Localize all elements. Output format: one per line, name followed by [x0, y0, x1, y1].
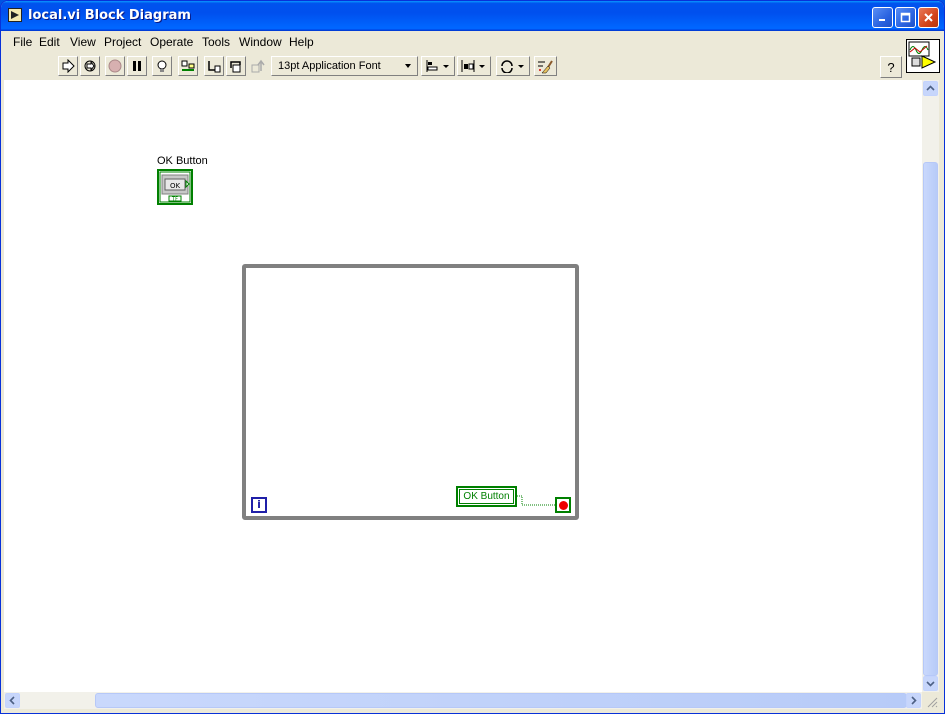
ok-button-terminal[interactable]: OK TF [157, 169, 193, 205]
highlight-execution-icon [157, 60, 167, 72]
step-over-button[interactable] [226, 56, 246, 76]
menu-project[interactable]: Project [104, 35, 141, 49]
clean-up-diagram-icon [537, 60, 553, 74]
labview-app-icon [8, 8, 22, 22]
menu-window[interactable]: Window [239, 35, 282, 49]
title-bar[interactable]: local.vi Block Diagram [1, 1, 944, 31]
chevron-down-icon [401, 59, 415, 73]
menu-bar: File Edit View Project Operate Tools Win… [4, 31, 904, 52]
menu-help[interactable]: Help [289, 35, 314, 49]
reorder-icon [501, 60, 524, 73]
chevron-down-icon [926, 681, 935, 687]
boolean-ok-button-icon: OK TF [159, 171, 191, 203]
minimize-button[interactable] [872, 7, 893, 28]
horizontal-scrollbar[interactable] [4, 692, 922, 709]
window-title: local.vi Block Diagram [28, 8, 191, 23]
maximize-icon [900, 12, 911, 23]
step-into-button[interactable] [204, 56, 224, 76]
abort-button[interactable] [105, 56, 125, 76]
font-ring-label: 13pt Application Font [278, 60, 381, 72]
vi-waveform-icon [908, 41, 937, 69]
minimize-icon [879, 19, 885, 21]
context-help-button[interactable]: ? [880, 56, 902, 78]
retain-wire-values-icon [181, 60, 195, 71]
run-continuously-button[interactable] [80, 56, 100, 76]
horizontal-scroll-thumb[interactable] [95, 693, 907, 708]
menu-tools[interactable]: Tools [202, 35, 230, 49]
menu-view[interactable]: View [70, 35, 96, 49]
resize-grip[interactable] [922, 692, 939, 709]
close-button[interactable] [918, 7, 939, 28]
vertical-scroll-thumb[interactable] [923, 162, 938, 676]
pause-button[interactable] [127, 56, 147, 76]
highlight-execution-button[interactable] [152, 56, 172, 76]
scroll-right-button[interactable] [906, 693, 921, 708]
chevron-right-icon [911, 696, 917, 705]
distribute-objects-icon [461, 60, 485, 72]
distribute-objects-button[interactable] [457, 56, 491, 76]
vertical-scrollbar[interactable] [922, 80, 939, 692]
retain-wire-values-button[interactable] [178, 56, 198, 76]
step-out-icon [251, 59, 265, 73]
menu-edit[interactable]: Edit [39, 35, 60, 49]
align-objects-button[interactable] [421, 56, 455, 76]
terminal-type-text: TF [171, 197, 178, 203]
terminal-label[interactable]: OK Button [157, 155, 208, 167]
toolbar: 13pt Application Font [4, 52, 904, 79]
pause-icon [133, 61, 141, 71]
step-out-button[interactable] [248, 56, 268, 76]
run-icon [62, 59, 75, 73]
maximize-button[interactable] [895, 7, 916, 28]
stop-condition-terminal[interactable] [555, 497, 571, 513]
close-icon [924, 13, 933, 22]
menu-file[interactable]: File [13, 35, 32, 49]
run-continuously-icon [84, 60, 96, 72]
vi-icon-pane[interactable] [906, 39, 940, 73]
stop-icon [558, 500, 568, 510]
reorder-button[interactable] [496, 56, 530, 76]
scroll-down-button[interactable] [923, 676, 938, 691]
run-button[interactable] [58, 56, 78, 76]
chevron-up-icon [926, 85, 935, 91]
chevron-left-icon [9, 696, 15, 705]
block-diagram-canvas[interactable]: OK Button OK TF i OK Button [4, 80, 922, 692]
clean-up-diagram-button[interactable] [534, 56, 557, 76]
while-loop[interactable] [242, 264, 579, 520]
abort-icon [108, 59, 122, 73]
align-objects-icon [426, 60, 449, 72]
resize-grip-icon [927, 697, 938, 708]
iteration-terminal[interactable]: i [251, 497, 267, 513]
text-settings-ring[interactable]: 13pt Application Font [271, 56, 418, 76]
block-diagram-window: local.vi Block Diagram File Edit View Pr… [0, 0, 945, 714]
local-variable-ok-button[interactable]: OK Button [456, 486, 517, 507]
boolean-wire[interactable] [517, 492, 557, 508]
scroll-left-button[interactable] [5, 693, 20, 708]
step-over-icon [230, 61, 241, 73]
step-into-icon [208, 61, 221, 73]
help-icon: ? [887, 59, 895, 75]
terminal-ok-text: OK [170, 182, 181, 190]
scroll-up-button[interactable] [923, 81, 938, 96]
menu-operate[interactable]: Operate [150, 35, 193, 49]
